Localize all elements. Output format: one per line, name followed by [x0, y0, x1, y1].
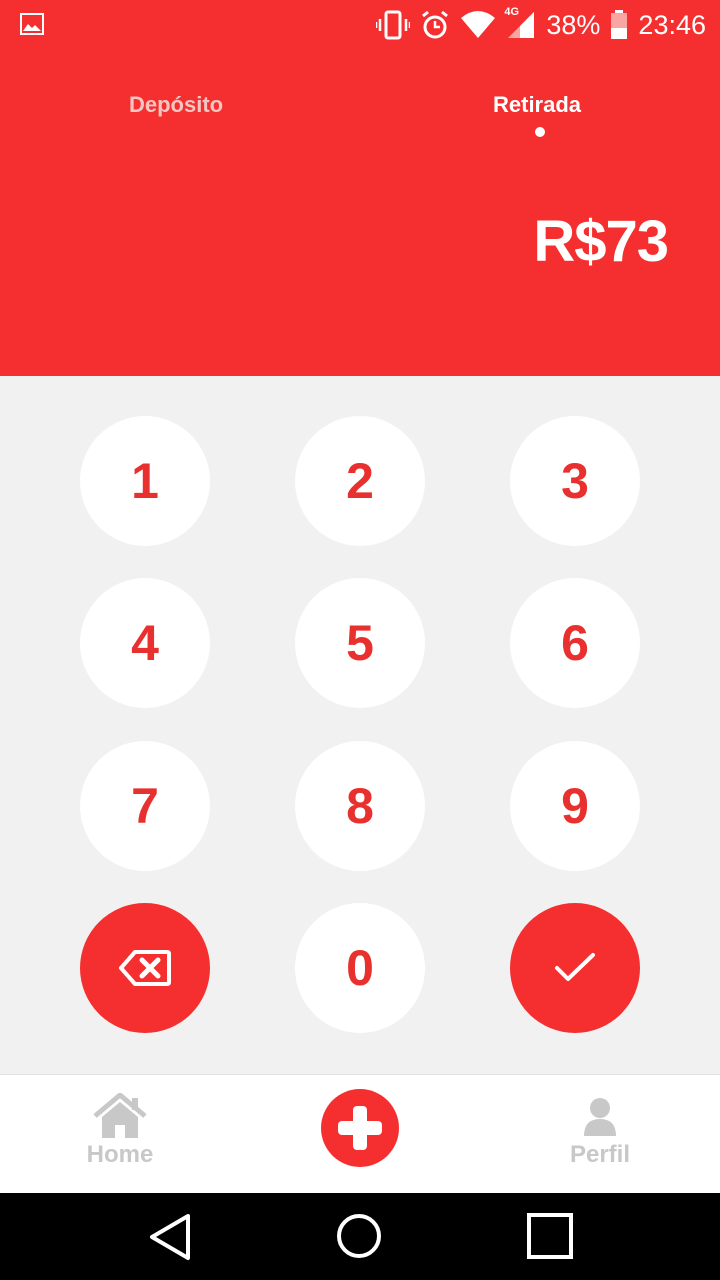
- clock: 23:46: [638, 9, 706, 40]
- signal-icon: 4G: [504, 6, 536, 40]
- add-button[interactable]: [321, 1089, 399, 1167]
- backspace-button[interactable]: [80, 903, 210, 1033]
- key-2[interactable]: 2: [295, 416, 425, 546]
- battery-icon: [611, 10, 628, 39]
- backspace-icon: [119, 950, 171, 986]
- nav-home[interactable]: Home: [60, 1075, 180, 1194]
- key-5[interactable]: 5: [295, 578, 425, 708]
- gallery-icon: [20, 13, 44, 35]
- tab-deposito[interactable]: Depósito: [129, 92, 223, 118]
- tab-retirada[interactable]: Retirada: [493, 92, 581, 118]
- home-circle-icon[interactable]: [336, 1213, 382, 1259]
- wifi-icon: [461, 11, 496, 38]
- key-7[interactable]: 7: [80, 741, 210, 871]
- bottom-nav: Home Perfil: [0, 1074, 720, 1193]
- key-9[interactable]: 9: [510, 741, 640, 871]
- keypad: 1 2 3 4 5 6 7 8 9 0: [0, 376, 720, 1074]
- header: Depósito Retirada R$73: [0, 50, 720, 376]
- confirm-button[interactable]: [510, 903, 640, 1033]
- key-3[interactable]: 3: [510, 416, 640, 546]
- home-icon: [93, 1093, 147, 1138]
- user-icon: [584, 1098, 616, 1136]
- key-1[interactable]: 1: [80, 416, 210, 546]
- status-bar: 4G 38% 23:46: [0, 0, 720, 50]
- vibrate-icon: [376, 10, 411, 40]
- key-6[interactable]: 6: [510, 578, 640, 708]
- nav-perfil-label: Perfil: [569, 1141, 631, 1168]
- key-0[interactable]: 0: [295, 903, 425, 1033]
- alarm-icon: [422, 10, 449, 39]
- active-tab-indicator: [535, 127, 545, 137]
- key-8[interactable]: 8: [295, 741, 425, 871]
- battery-percent: 38%: [546, 9, 601, 40]
- back-icon[interactable]: [148, 1213, 192, 1261]
- key-4[interactable]: 4: [80, 578, 210, 708]
- check-icon: [555, 953, 595, 981]
- recents-icon[interactable]: [527, 1213, 573, 1259]
- plus-icon: [338, 1106, 382, 1150]
- amount-display: R$73: [533, 209, 669, 274]
- nav-perfil[interactable]: Perfil: [540, 1075, 660, 1194]
- nav-home-label: Home: [86, 1141, 154, 1168]
- system-nav-bar: [0, 1193, 720, 1280]
